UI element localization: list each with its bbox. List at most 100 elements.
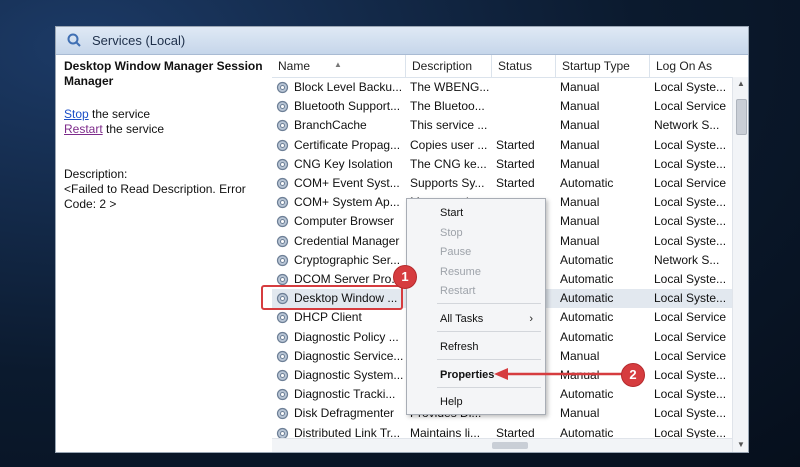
cell-description: The Bluetoo... xyxy=(410,99,485,114)
service-row[interactable]: Block Level Backu... The WBENG... Manual Lo… xyxy=(272,78,732,97)
cell-logon: Network S... xyxy=(654,118,720,133)
menu-item-help[interactable]: Help xyxy=(407,392,545,412)
cell-logon: Local Syste... xyxy=(654,291,727,306)
column-header-startup-type[interactable]: Startup Type xyxy=(556,55,650,77)
menu-item-all-tasks[interactable]: All Tasks › xyxy=(407,309,545,329)
cell-logon: Local Service xyxy=(654,99,727,114)
cell-logon: Local Service xyxy=(654,310,727,325)
cell-logon: Local Service xyxy=(654,329,727,344)
service-row[interactable]: CNG Key Isolation The CNG ke... Started Man… xyxy=(272,155,732,174)
cell-description: The CNG ke... xyxy=(410,156,487,171)
description-text: <Failed to Read Description. Error Code:… xyxy=(64,182,246,211)
menu-item-restart: Restart xyxy=(440,285,476,297)
stop-suffix: the service xyxy=(88,107,151,121)
cell-startup: Manual xyxy=(560,137,600,152)
service-description: Description: <Failed to Read Description… xyxy=(64,167,259,212)
stop-service-line: Stop the service xyxy=(64,107,150,121)
step-badge-2: 2 xyxy=(621,363,645,387)
cell-name: Diagnostic System... xyxy=(294,368,404,382)
cell-description: This service ... xyxy=(410,118,488,133)
menu-item-start[interactable]: Start xyxy=(407,203,545,223)
service-row[interactable]: BranchCache This service ... Manual Network… xyxy=(272,116,732,135)
cell-startup: Manual xyxy=(560,156,600,171)
column-header-description[interactable]: Description xyxy=(406,55,492,77)
cell-logon: Local Syste... xyxy=(654,137,727,152)
menu-separator xyxy=(437,303,541,304)
chevron-right-icon: › xyxy=(529,313,533,325)
cell-name: Disk Defragmenter xyxy=(294,406,395,421)
column-header-log-on-as[interactable]: Log On As xyxy=(650,55,732,77)
cell-logon: Local Syste... xyxy=(654,387,727,402)
cell-status: Started xyxy=(496,137,535,152)
menu-item-resume: Resume xyxy=(440,266,481,278)
restart-suffix: the service xyxy=(102,122,165,136)
cell-logon: Local Syste... xyxy=(654,80,727,94)
cell-startup: Automatic xyxy=(560,387,614,402)
cell-status xyxy=(492,116,556,135)
description-label: Description: xyxy=(64,167,128,181)
column-header-status[interactable]: Status xyxy=(492,55,556,77)
restart-service-link[interactable]: Restart xyxy=(64,122,103,136)
service-row[interactable]: Certificate Propag... Copies user ... Star… xyxy=(272,136,732,155)
cell-name: Diagnostic Tracki... xyxy=(294,387,396,402)
cell-startup: Manual xyxy=(560,118,600,133)
cell-name: CNG Key Isolation xyxy=(294,156,393,171)
cell-name: Bluetooth Support... xyxy=(294,99,401,114)
cell-description: Copies user ... xyxy=(410,137,488,152)
cell-name: Credential Manager xyxy=(294,233,400,248)
cell-description: Supports Sy... xyxy=(410,176,485,190)
column-header-row: Name ▲ Description Status Startup Type L… xyxy=(272,55,732,78)
cell-logon: Local Syste... xyxy=(654,214,727,229)
cell-name: COM+ System Ap... xyxy=(294,195,400,210)
cell-startup: Automatic xyxy=(560,329,614,344)
cell-logon: Local Service xyxy=(654,348,727,363)
selected-service-highlight xyxy=(261,285,403,310)
cell-startup: Automatic xyxy=(560,310,614,325)
cell-startup: Manual xyxy=(560,99,600,114)
cell-name: BranchCache xyxy=(294,118,367,133)
cell-status: Started xyxy=(496,156,535,171)
cell-name: Diagnostic Service... xyxy=(294,348,404,363)
service-row[interactable]: COM+ Event Syst... Supports Sy... Started A… xyxy=(272,174,732,193)
step-badge-1: 1 xyxy=(393,265,417,289)
menu-separator xyxy=(437,387,541,388)
vertical-scrollbar[interactable]: ▲ ▼ xyxy=(732,77,748,452)
cell-logon: Local Syste... xyxy=(654,195,727,210)
annotation-arrow-icon xyxy=(494,368,622,380)
cell-startup: Manual xyxy=(560,195,600,210)
scroll-up-icon[interactable]: ▲ xyxy=(736,79,746,89)
titlebar: Services (Local) xyxy=(56,27,748,55)
menu-separator xyxy=(437,359,541,360)
column-header-name[interactable]: Name ▲ xyxy=(272,55,406,77)
cell-startup: Automatic xyxy=(560,252,614,267)
cell-startup: Automatic xyxy=(560,291,614,306)
cell-startup: Manual xyxy=(560,214,600,229)
selected-service-heading: Desktop Window Manager Session Manager xyxy=(64,59,263,88)
stop-service-link[interactable]: Stop xyxy=(64,107,89,121)
cell-status xyxy=(492,97,556,116)
scroll-thumb[interactable] xyxy=(736,99,747,135)
cell-name: Certificate Propag... xyxy=(294,137,401,152)
cell-logon: Local Syste... xyxy=(654,406,727,421)
cell-name: DHCP Client xyxy=(294,310,362,325)
service-row[interactable]: Bluetooth Support... The Bluetoo... Manual… xyxy=(272,97,732,116)
cell-logon: Network S... xyxy=(654,252,720,267)
cell-logon: Local Syste... xyxy=(654,272,727,286)
services-gear-icon xyxy=(67,33,81,47)
hscroll-thumb[interactable] xyxy=(492,442,528,449)
restart-service-line: Restart the service xyxy=(64,122,164,136)
horizontal-scrollbar[interactable] xyxy=(272,438,732,452)
sort-up-icon: ▲ xyxy=(334,60,342,69)
menu-item-refresh[interactable]: Refresh xyxy=(407,337,545,357)
scroll-down-icon[interactable]: ▼ xyxy=(736,440,746,450)
services-window: Services (Local) Desktop Window Manager … xyxy=(55,26,749,453)
cell-startup: Manual xyxy=(560,233,600,248)
cell-status xyxy=(492,78,556,97)
cell-logon: Local Syste... xyxy=(654,156,727,171)
cell-status: Started xyxy=(496,176,535,190)
cell-name: Block Level Backu... xyxy=(294,80,403,94)
cell-logon: Local Syste... xyxy=(654,368,727,382)
menu-item-pause: Pause xyxy=(440,246,472,258)
cell-logon: Local Syste... xyxy=(654,233,727,248)
cell-startup: Manual xyxy=(560,80,600,94)
